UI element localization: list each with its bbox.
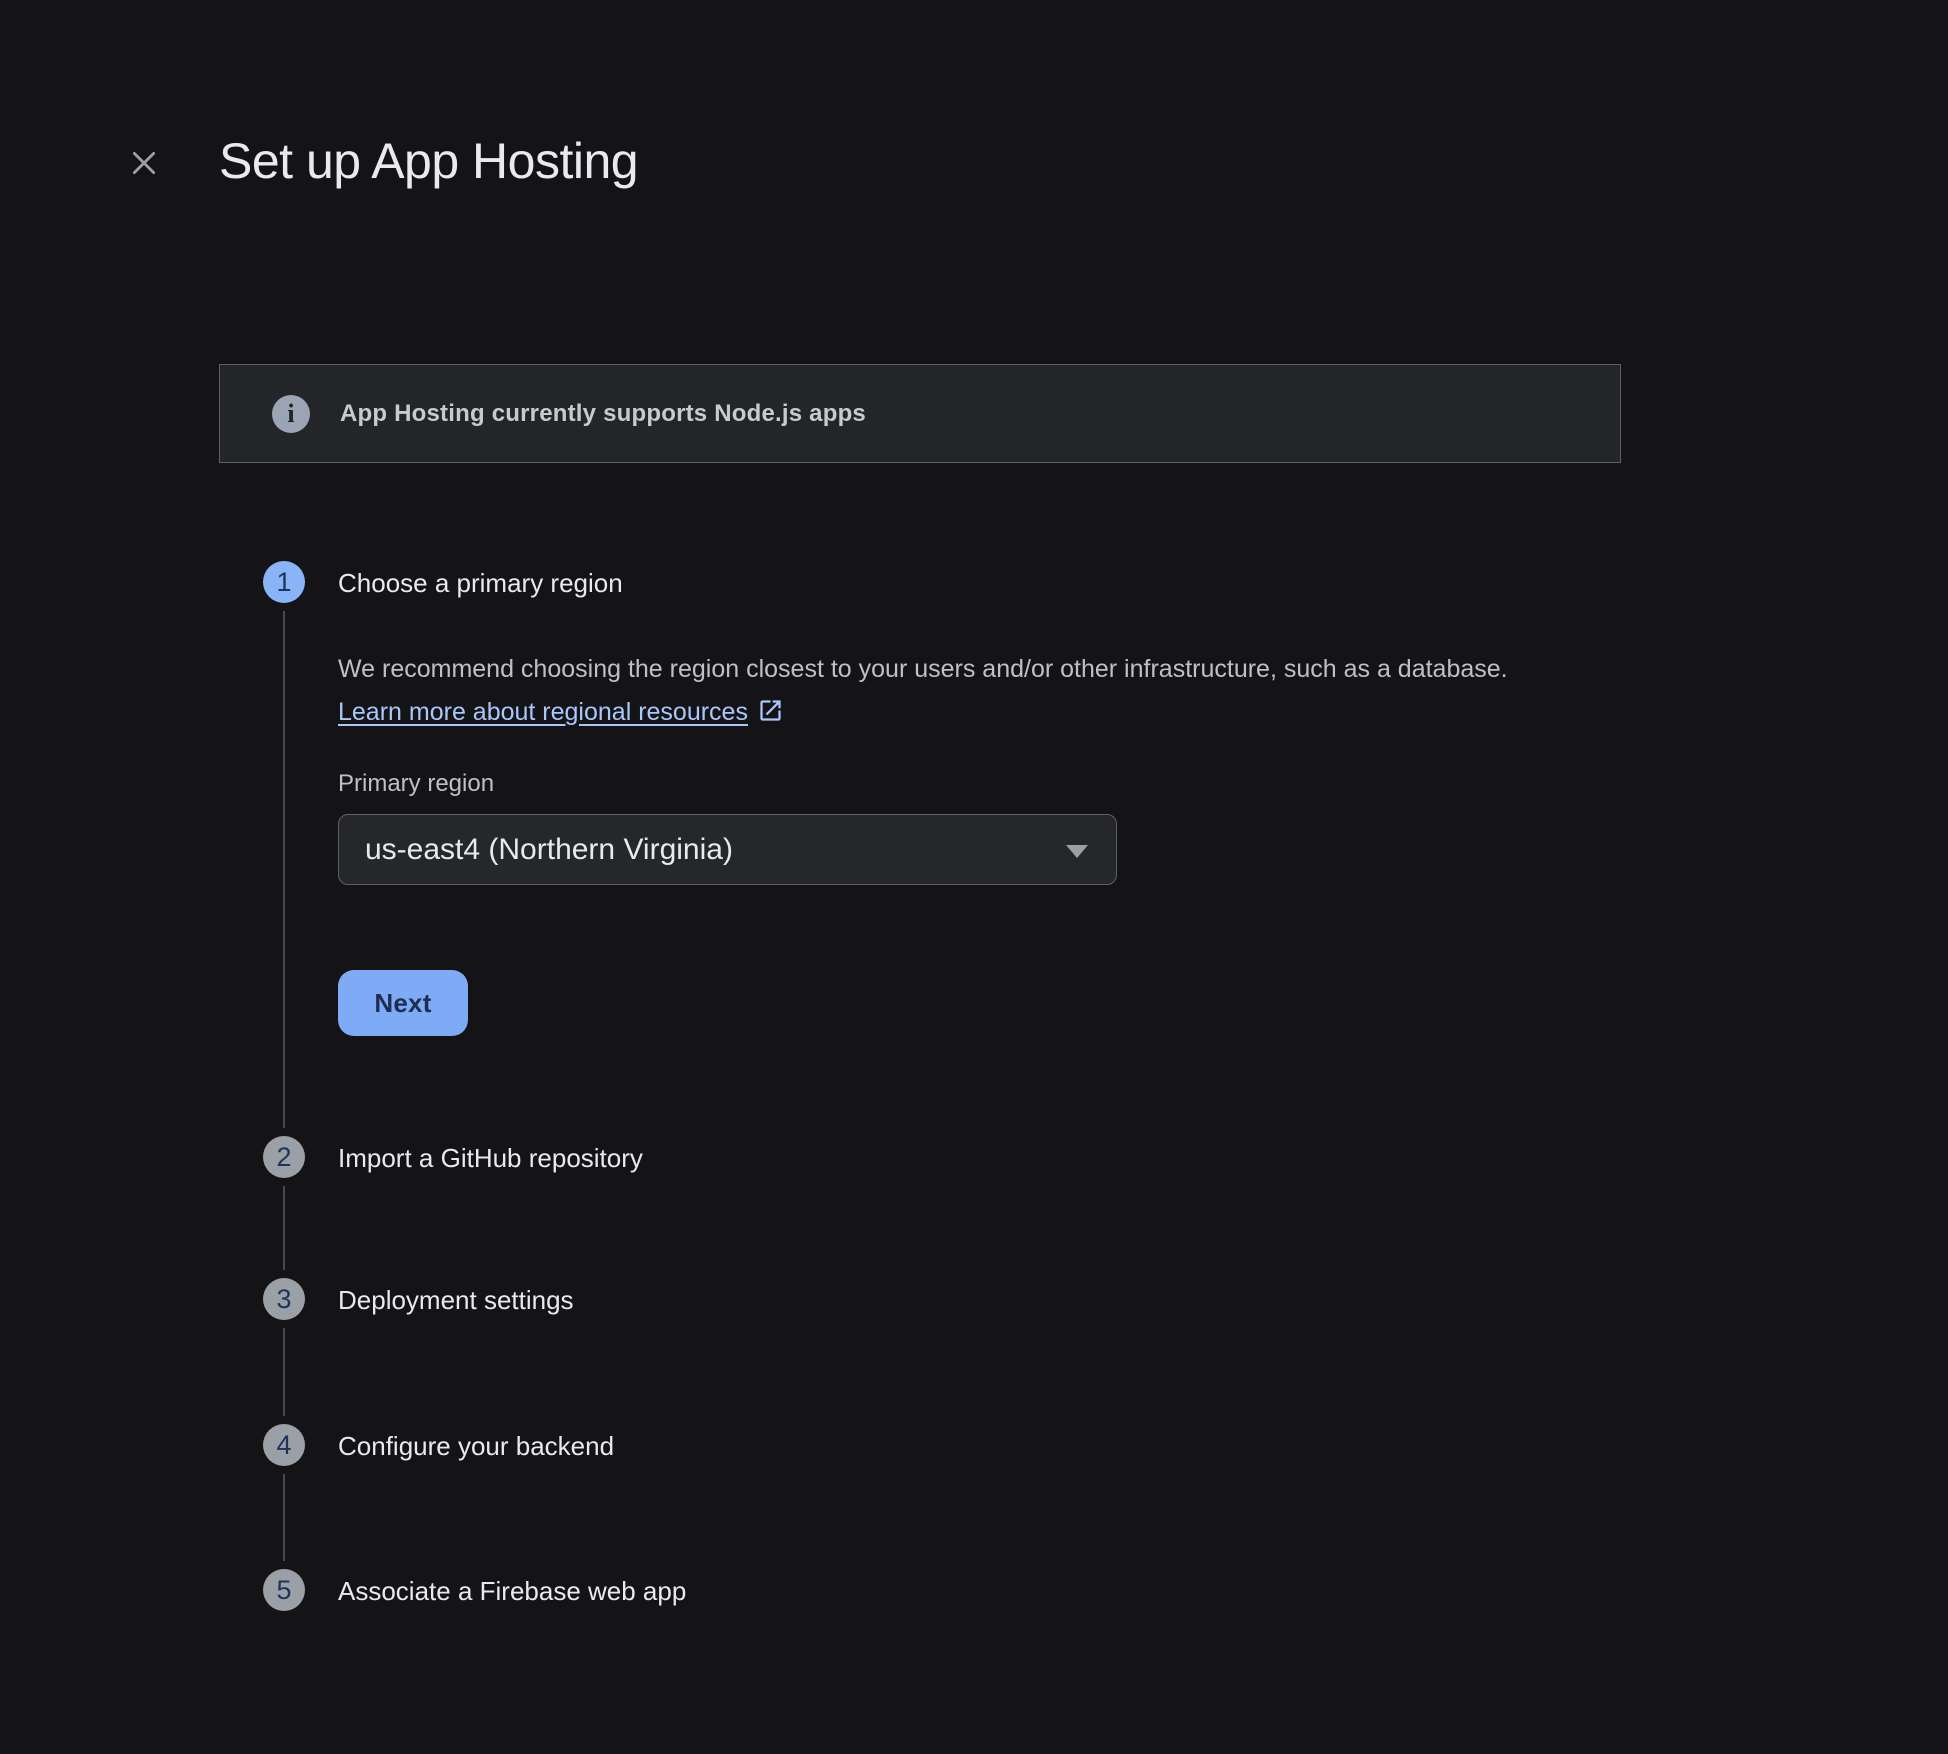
learn-more-link[interactable]: Learn more about regional resources [338, 698, 748, 726]
close-button[interactable] [116, 135, 172, 191]
close-icon [124, 143, 164, 183]
banner-text: App Hosting currently supports Node.js a… [340, 400, 866, 428]
step-3-title: Deployment settings [338, 1283, 574, 1316]
primary-region-value: us-east4 (Northern Virginia) [365, 833, 733, 867]
step-2-title: Import a GitHub repository [338, 1141, 643, 1174]
step-2-number: 2 [276, 1142, 291, 1173]
setup-app-hosting-dialog: Set up App Hosting i App Hosting current… [0, 0, 1948, 1754]
step-connector [283, 1186, 285, 1270]
step-2-header[interactable]: 2 Import a GitHub repository [263, 1136, 643, 1178]
step-1-header: 1 Choose a primary region [263, 561, 623, 603]
next-button[interactable]: Next [338, 970, 468, 1036]
primary-region-label: Primary region [338, 770, 494, 798]
step-3-header[interactable]: 3 Deployment settings [263, 1278, 574, 1320]
info-banner: i App Hosting currently supports Node.js… [219, 364, 1621, 463]
external-link-icon [757, 695, 784, 738]
step-connector [283, 1328, 285, 1416]
step-5-indicator: 5 [263, 1569, 305, 1611]
step-1-description: We recommend choosing the region closest… [338, 648, 1563, 738]
step-connector [283, 611, 285, 1128]
step-1-indicator: 1 [263, 561, 305, 603]
info-icon: i [272, 395, 310, 433]
step-4-indicator: 4 [263, 1424, 305, 1466]
dropdown-arrow-icon [1066, 845, 1088, 858]
step-3-indicator: 3 [263, 1278, 305, 1320]
step-1-number: 1 [276, 567, 291, 598]
primary-region-select[interactable]: us-east4 (Northern Virginia) [338, 814, 1117, 885]
step-5-number: 5 [276, 1575, 291, 1606]
step-1-description-text: We recommend choosing the region closest… [338, 655, 1508, 683]
step-4-header[interactable]: 4 Configure your backend [263, 1424, 614, 1466]
step-connector [283, 1474, 285, 1561]
step-4-number: 4 [276, 1430, 291, 1461]
page-title: Set up App Hosting [219, 132, 638, 190]
step-2-indicator: 2 [263, 1136, 305, 1178]
step-5-title: Associate a Firebase web app [338, 1574, 686, 1607]
step-5-header[interactable]: 5 Associate a Firebase web app [263, 1569, 686, 1611]
step-4-title: Configure your backend [338, 1429, 614, 1462]
step-1-title: Choose a primary region [338, 566, 623, 599]
step-3-number: 3 [276, 1284, 291, 1315]
